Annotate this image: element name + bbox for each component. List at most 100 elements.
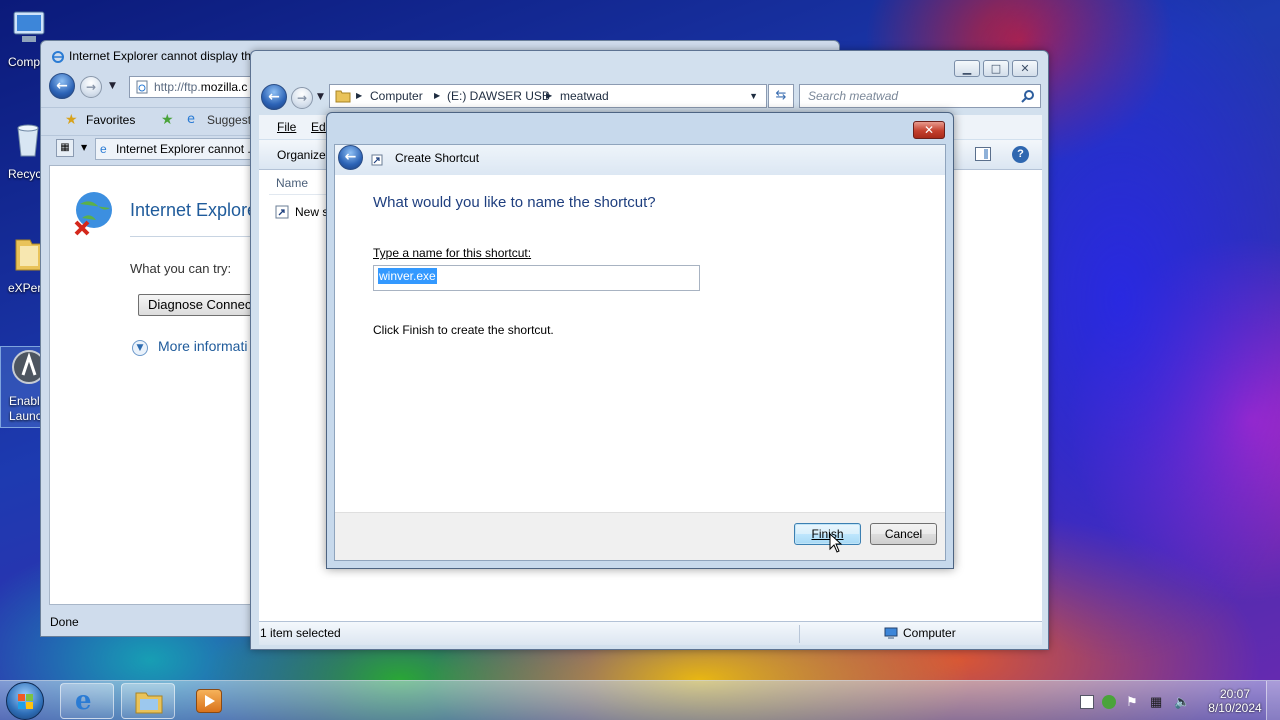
breadcrumb-chevron-icon[interactable]: ▶ [546, 85, 552, 107]
favorites-button[interactable]: Favorites [86, 113, 135, 127]
breadcrumb-computer[interactable]: Computer [370, 85, 423, 107]
column-header-name[interactable]: Name [276, 176, 308, 190]
ie-content-area: Internet Explore What you can try: Diagn… [49, 165, 268, 605]
shortcut-name-input[interactable]: winver.exe [373, 265, 700, 291]
status-location: Computer [903, 626, 956, 640]
cancel-button[interactable]: Cancel [870, 523, 937, 545]
shortcut-name-value: winver.exe [378, 268, 437, 284]
shortcut-name-label-text: Type a name for this shortcut: [373, 246, 532, 260]
windows-explorer-icon [135, 692, 163, 714]
what-you-can-try-label: What you can try: [130, 261, 232, 276]
media-player-icon[interactable] [196, 689, 222, 713]
breadcrumb-chevron-icon[interactable]: ▶ [434, 85, 440, 107]
list-item-label: New s [295, 205, 329, 219]
favorites-bar: ★ Favorites ★ e Suggeste [41, 107, 258, 133]
explorer-status-bar: 1 item selected Computer [259, 621, 1042, 645]
breadcrumb-folder[interactable]: meatwad [560, 85, 609, 107]
taskbar-windows-explorer[interactable] [121, 683, 175, 719]
show-desktop-button[interactable] [1266, 681, 1280, 720]
window-controls: ▁ □ ✕ [954, 60, 1038, 78]
list-item[interactable]: New s [273, 202, 328, 222]
forward-button[interactable]: → [80, 76, 102, 98]
search-input[interactable]: Search meatwad [799, 84, 1041, 108]
back-arrow-icon: ← [344, 149, 357, 165]
window-title: Internet Explorer cannot display th [69, 49, 252, 63]
breadcrumb-chevron-icon[interactable]: ▶ [356, 85, 362, 107]
tab-ie-error[interactable]: e Internet Explorer cannot ... [95, 138, 255, 160]
dialog-body: ← Create Shortcut What would you like to… [334, 144, 946, 561]
finish-button[interactable]: Finish [794, 523, 861, 545]
taskbar-internet-explorer[interactable]: e [60, 683, 114, 719]
explorer-address-bar[interactable]: ▶ Computer ▶ (E:) DAWSER USB ▶ meatwad ▼ [329, 84, 767, 108]
search-icon[interactable] [1021, 89, 1035, 103]
shortcut-name-label: Type a name for this shortcut: [373, 246, 531, 260]
explorer-forward-button[interactable]: → [291, 87, 313, 109]
shortcut-file-icon [275, 205, 289, 219]
address-dropdown-icon[interactable]: ▼ [749, 85, 758, 107]
folder-icon [335, 90, 351, 103]
system-tray: ⚑ ▦ 🔈 20:07 8/10/2024 [1070, 683, 1280, 719]
tab-label: Internet Explorer cannot ... [116, 142, 255, 156]
clock[interactable]: 20:07 8/10/2024 [1205, 687, 1265, 715]
close-button[interactable]: ✕ [1012, 60, 1038, 77]
breadcrumb-drive[interactable]: (E:) DAWSER USB [447, 85, 550, 107]
diagnose-connection-button[interactable]: Diagnose Connect [138, 294, 268, 316]
create-shortcut-dialog[interactable]: ✕ ← Create Shortcut What would you like … [326, 112, 954, 569]
tab-page-icon: e [100, 142, 107, 156]
menu-file[interactable]: File [277, 115, 296, 139]
computer-icon [884, 627, 898, 639]
error-heading: Internet Explore [130, 200, 252, 220]
globe-error-icon [74, 192, 112, 236]
clock-date: 8/10/2024 [1208, 701, 1262, 715]
quick-tabs-icon[interactable]: ▦ [56, 139, 74, 157]
mouse-cursor-icon [829, 533, 843, 553]
internet-explorer-icon: e [75, 686, 92, 716]
expand-chevron-icon[interactable]: ▼ [132, 340, 148, 356]
help-icon[interactable]: ? [1012, 146, 1029, 163]
maximize-button[interactable]: □ [983, 60, 1009, 77]
recent-locations-dropdown[interactable]: ▼ [317, 92, 324, 102]
dialog-question: What would you like to name the shortcut… [373, 194, 656, 211]
refresh-button[interactable]: ⇆ [768, 84, 794, 108]
volume-muted-icon[interactable]: 🔈 [1174, 695, 1190, 709]
clock-time: 20:07 [1219, 687, 1251, 701]
ie-status-bar: Done [50, 615, 79, 629]
back-button[interactable]: ← [49, 73, 75, 99]
taskbar: e ⚑ ▦ 🔈 20:07 8/10/2024 [0, 680, 1280, 720]
dialog-header: ← Create Shortcut [335, 145, 945, 175]
status-selection-count: 1 item selected [260, 626, 341, 640]
add-favorite-icon[interactable]: ★ [161, 112, 174, 128]
refresh-icon: ⇆ [775, 88, 787, 103]
security-shield-icon[interactable] [1102, 695, 1116, 709]
ie-address-bar[interactable]: http://ftp.mozilla.c [129, 76, 259, 98]
forward-arrow-icon: → [85, 80, 97, 94]
dialog-title: Create Shortcut [395, 151, 480, 165]
dialog-close-button[interactable]: ✕ [913, 121, 945, 139]
minimize-button[interactable]: ▁ [954, 60, 980, 77]
start-orb-icon[interactable] [6, 682, 44, 720]
heading-divider [130, 236, 252, 237]
back-arrow-icon: ← [56, 78, 68, 94]
tab-list-dropdown[interactable]: ▼ [81, 143, 87, 152]
action-center-flag-icon[interactable]: ⚑ [1126, 695, 1140, 709]
wizard-back-button[interactable]: ← [338, 145, 363, 170]
finish-hint: Click Finish to create the shortcut. [373, 323, 554, 337]
recent-pages-dropdown[interactable]: ▼ [109, 81, 116, 91]
suggested-sites-icon: e [187, 112, 195, 127]
more-information-link[interactable]: More informati [158, 338, 247, 354]
forward-arrow-icon: → [296, 91, 308, 105]
favorites-star-icon: ★ [65, 112, 78, 128]
tab-row: ▦ ▼ e Internet Explorer cannot ... [41, 135, 255, 161]
page-icon [136, 80, 148, 94]
address-prefix: http://ftp. [154, 80, 201, 94]
internet-explorer-small-icon [52, 51, 64, 63]
preview-pane-icon[interactable] [975, 147, 991, 161]
network-icon[interactable]: ▦ [1150, 695, 1164, 709]
back-arrow-icon: ← [268, 89, 280, 105]
address-host: mozilla.c [200, 80, 248, 94]
dialog-footer: Finish Cancel [335, 512, 945, 560]
organize-button[interactable]: Organize [277, 140, 326, 170]
explorer-back-button[interactable]: ← [261, 84, 287, 110]
notes-icon[interactable] [1080, 695, 1094, 709]
shortcut-icon [371, 154, 383, 166]
